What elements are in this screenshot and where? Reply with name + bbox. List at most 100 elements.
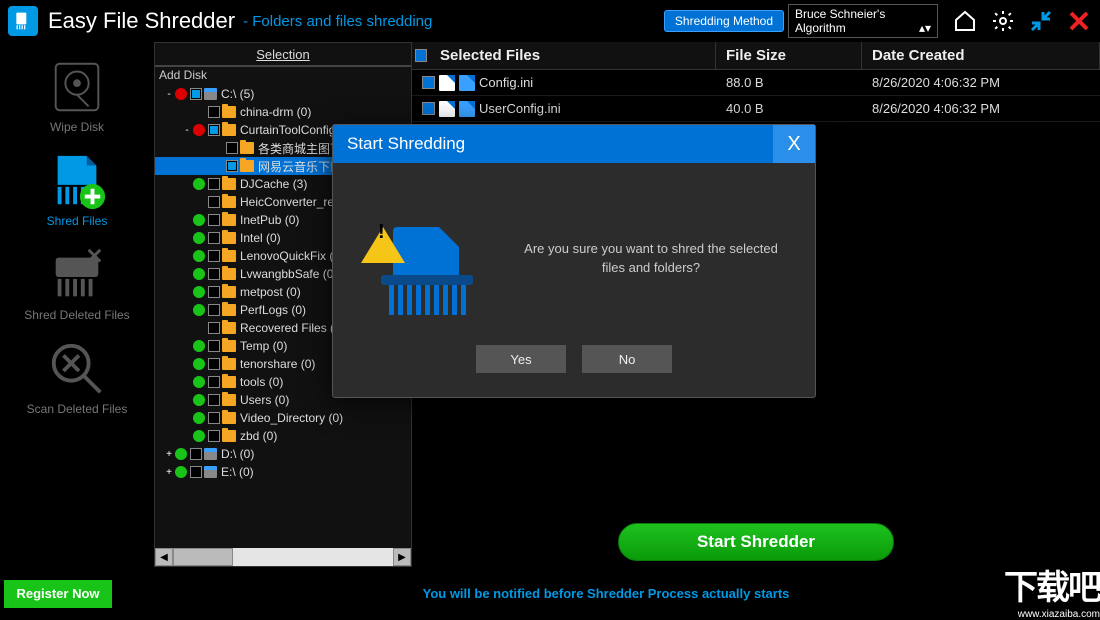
tree-checkbox[interactable] bbox=[208, 340, 220, 352]
add-disk-label[interactable]: Add Disk bbox=[155, 67, 411, 83]
nav-wipe-disk[interactable]: Wipe Disk bbox=[0, 54, 154, 134]
scroll-thumb[interactable] bbox=[173, 548, 233, 566]
register-now-button[interactable]: Register Now bbox=[4, 580, 112, 608]
select-all-checkbox[interactable] bbox=[412, 42, 430, 69]
tree-label: tenorshare (0) bbox=[240, 357, 315, 371]
side-nav: Wipe Disk Shred Files Shred Deleted File… bbox=[0, 42, 154, 567]
tree-h-scrollbar[interactable]: ◀ ▶ bbox=[155, 548, 411, 566]
nav-shred-deleted[interactable]: Shred Deleted Files bbox=[0, 242, 154, 322]
tree-checkbox[interactable] bbox=[208, 430, 220, 442]
col-date-created[interactable]: Date Created bbox=[862, 42, 1100, 69]
file-row[interactable]: Config.ini88.0 B8/26/2020 4:06:32 PM bbox=[412, 70, 1100, 96]
tree-checkbox[interactable] bbox=[208, 214, 220, 226]
folder-icon bbox=[222, 214, 236, 226]
tree-checkbox[interactable] bbox=[208, 394, 220, 406]
tree-checkbox[interactable] bbox=[208, 124, 220, 136]
file-row[interactable]: UserConfig.ini40.0 B8/26/2020 4:06:32 PM bbox=[412, 96, 1100, 122]
expander-icon[interactable]: + bbox=[163, 466, 175, 478]
tree-label: D:\ (0) bbox=[221, 447, 254, 461]
dialog-no-button[interactable]: No bbox=[582, 345, 672, 373]
tree-label: china-drm (0) bbox=[240, 105, 311, 119]
col-file-size[interactable]: File Size bbox=[716, 42, 862, 69]
status-dot-icon bbox=[193, 304, 205, 316]
tree-checkbox[interactable] bbox=[226, 142, 238, 154]
tree-checkbox[interactable] bbox=[208, 412, 220, 424]
dialog-close-button[interactable]: X bbox=[773, 125, 815, 163]
app-title: Easy File Shredder bbox=[48, 8, 235, 34]
expander-icon[interactable] bbox=[181, 106, 193, 118]
tree-checkbox[interactable] bbox=[208, 106, 220, 118]
expander-icon[interactable] bbox=[181, 250, 193, 262]
scroll-right-icon[interactable]: ▶ bbox=[393, 548, 411, 566]
tree-checkbox[interactable] bbox=[208, 322, 220, 334]
tree-row[interactable]: china-drm (0) bbox=[155, 103, 411, 121]
tree-checkbox[interactable] bbox=[208, 196, 220, 208]
close-icon[interactable] bbox=[1066, 8, 1092, 34]
expander-icon[interactable] bbox=[181, 358, 193, 370]
tree-row[interactable]: -C:\ (5) bbox=[155, 85, 411, 103]
status-dot-icon bbox=[193, 232, 205, 244]
expander-icon[interactable] bbox=[181, 304, 193, 316]
expander-icon[interactable] bbox=[181, 394, 193, 406]
tree-checkbox[interactable] bbox=[208, 286, 220, 298]
expander-icon[interactable] bbox=[181, 196, 193, 208]
folder-icon bbox=[222, 358, 236, 370]
tree-checkbox[interactable] bbox=[208, 178, 220, 190]
shredding-method-button[interactable]: Shredding Method bbox=[664, 10, 784, 32]
algorithm-select[interactable]: Bruce Schneier's Algorithm ▴▾ bbox=[788, 4, 938, 38]
status-dot-icon bbox=[193, 412, 205, 424]
expander-icon[interactable] bbox=[199, 160, 211, 172]
expander-icon[interactable] bbox=[181, 340, 193, 352]
file-list: Config.ini88.0 B8/26/2020 4:06:32 PMUser… bbox=[412, 70, 1100, 122]
nav-scan-deleted[interactable]: Scan Deleted Files bbox=[0, 336, 154, 416]
home-icon[interactable] bbox=[952, 8, 978, 34]
file-checkbox[interactable] bbox=[422, 102, 435, 115]
expander-icon[interactable] bbox=[181, 286, 193, 298]
folder-icon bbox=[222, 394, 236, 406]
dialog-yes-button[interactable]: Yes bbox=[476, 345, 566, 373]
expander-icon[interactable] bbox=[181, 178, 193, 190]
nav-label: Shred Deleted Files bbox=[0, 308, 154, 322]
expander-icon[interactable] bbox=[181, 268, 193, 280]
tree-checkbox[interactable] bbox=[208, 358, 220, 370]
status-dot-icon bbox=[175, 88, 187, 100]
minimize-icon[interactable] bbox=[1028, 8, 1054, 34]
tree-checkbox[interactable] bbox=[208, 304, 220, 316]
tree-checkbox[interactable] bbox=[208, 250, 220, 262]
expander-icon[interactable] bbox=[181, 232, 193, 244]
tree-checkbox[interactable] bbox=[226, 160, 238, 172]
col-selected-files[interactable]: Selected Files bbox=[430, 42, 716, 69]
tree-checkbox[interactable] bbox=[208, 268, 220, 280]
tree-checkbox[interactable] bbox=[208, 232, 220, 244]
expander-icon[interactable]: - bbox=[163, 88, 175, 100]
expander-icon[interactable] bbox=[181, 322, 193, 334]
tree-label: PerfLogs (0) bbox=[240, 303, 306, 317]
expander-icon[interactable] bbox=[181, 214, 193, 226]
tree-header[interactable]: Selection bbox=[155, 43, 411, 67]
tree-checkbox[interactable] bbox=[190, 466, 202, 478]
tree-checkbox[interactable] bbox=[190, 88, 202, 100]
settings-gear-icon[interactable] bbox=[990, 8, 1016, 34]
expander-icon[interactable]: - bbox=[181, 124, 193, 136]
file-checkbox[interactable] bbox=[422, 76, 435, 89]
tree-row[interactable]: zbd (0) bbox=[155, 427, 411, 445]
status-dot-icon bbox=[193, 376, 205, 388]
scroll-left-icon[interactable]: ◀ bbox=[155, 548, 173, 566]
scroll-track[interactable] bbox=[173, 548, 393, 566]
folder-icon bbox=[240, 142, 254, 154]
tree-checkbox[interactable] bbox=[208, 376, 220, 388]
tree-checkbox[interactable] bbox=[190, 448, 202, 460]
expander-icon[interactable] bbox=[181, 376, 193, 388]
start-shredder-button[interactable]: Start Shredder bbox=[618, 523, 894, 561]
confirm-shred-dialog: Start Shredding X ! Are you sure you wan… bbox=[332, 124, 816, 398]
drive-icon bbox=[204, 466, 217, 478]
expander-icon[interactable] bbox=[199, 142, 211, 154]
tree-row[interactable]: Video_Directory (0) bbox=[155, 409, 411, 427]
expander-icon[interactable] bbox=[181, 430, 193, 442]
tree-row[interactable]: + D:\ (0) bbox=[155, 445, 411, 463]
tree-row[interactable]: +E:\ (0) bbox=[155, 463, 411, 481]
expander-icon[interactable] bbox=[181, 412, 193, 424]
tree-label: HeicConverter_res bbox=[240, 195, 340, 209]
nav-shred-files[interactable]: Shred Files bbox=[0, 148, 154, 228]
expander-icon[interactable]: + bbox=[163, 448, 175, 460]
